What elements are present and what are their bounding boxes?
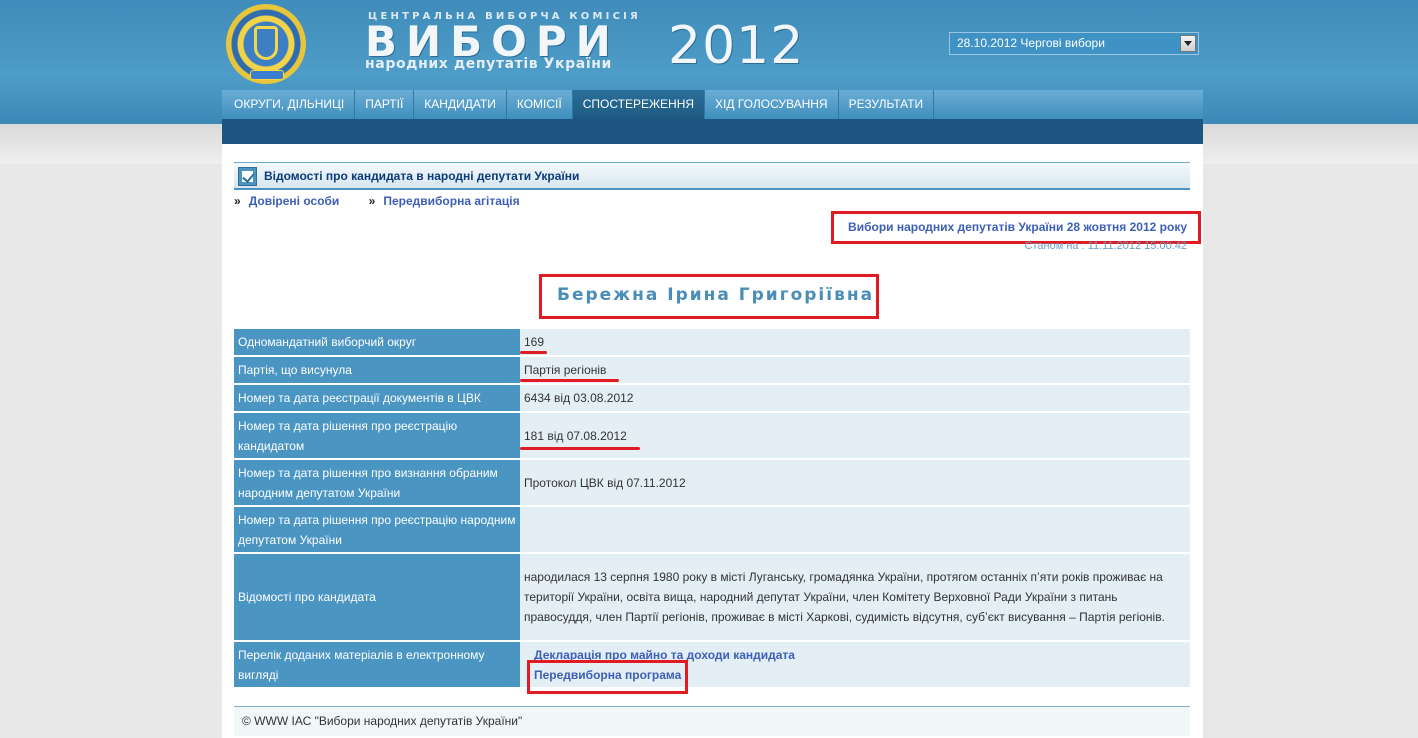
- nav-item-results[interactable]: РЕЗУЛЬТАТИ: [839, 90, 935, 119]
- main-nav: ОКРУГИ, ДІЛЬНИЦІ ПАРТІЇ КАНДИДАТИ КОМІСІ…: [222, 90, 1203, 119]
- site-year: 2012: [668, 16, 805, 76]
- row-label: Номер та дата рішення про визнання обран…: [234, 460, 520, 505]
- table-row: Партія, що висунула Партія регіонів: [234, 357, 1190, 383]
- footer: © WWW ІАС "Вибори народних депутатів Укр…: [234, 706, 1190, 736]
- emblem-ribbon: [250, 70, 284, 80]
- link-arrow: »: [368, 194, 376, 208]
- election-select[interactable]: 28.10.2012 Чергові вибори: [949, 32, 1199, 55]
- underline-registration: [520, 447, 640, 450]
- main-content: Відомості про кандидата в народні депута…: [222, 144, 1203, 738]
- underline-party: [520, 379, 619, 382]
- nav-item-parties[interactable]: ПАРТІЇ: [355, 90, 415, 119]
- as-of-timestamp: Станом на : 11.11.2012 15:00:42: [1024, 240, 1187, 252]
- row-value: Протокол ЦВК від 07.11.2012: [520, 460, 1190, 505]
- row-label: Номер та дата рішення про реєстрацію нар…: [234, 507, 520, 552]
- table-row: Номер та дата реєстрації документів в ЦВ…: [234, 385, 1190, 411]
- underline-district: [520, 351, 547, 354]
- nav-item-commissions[interactable]: КОМІСІЇ: [507, 90, 573, 119]
- row-label: Партія, що висунула: [234, 357, 520, 383]
- table-row: Номер та дата рішення про визнання обран…: [234, 460, 1190, 505]
- highlight-candidate-name: [539, 274, 879, 319]
- table-row: Номер та дата рішення про реєстрацію нар…: [234, 507, 1190, 552]
- row-label: Перелік доданих матеріалів в електронном…: [234, 642, 520, 687]
- section-title: Відомості про кандидата в народні депута…: [264, 169, 580, 183]
- row-value: народилася 13 серпня 1980 року в місті Л…: [520, 554, 1190, 640]
- table-row: Номер та дата рішення про реєстрацію кан…: [234, 413, 1190, 458]
- nav-item-voting-progress[interactable]: ХІД ГОЛОСУВАННЯ: [705, 90, 839, 119]
- row-value: 6434 від 03.08.2012: [520, 385, 1190, 411]
- candidate-info-table: Одномандатний виборчий округ 169 Партія,…: [234, 327, 1190, 689]
- row-value: 181 від 07.08.2012: [520, 413, 1190, 458]
- trusted-persons-link[interactable]: Довірені особи: [249, 194, 340, 208]
- sub-links: » Довірені особи » Передвиборна агітація: [234, 194, 546, 208]
- sub-nav-bar: [222, 119, 1203, 144]
- highlight-program-link: [527, 660, 688, 694]
- table-row: Відомості про кандидата народилася 13 се…: [234, 554, 1190, 640]
- table-row: Перелік доданих матеріалів в електронном…: [234, 642, 1190, 687]
- table-row: Одномандатний виборчий округ 169: [234, 329, 1190, 355]
- row-label: Відомості про кандидата: [234, 554, 520, 640]
- row-value: [520, 507, 1190, 552]
- checkbox-icon: [238, 167, 257, 186]
- nav-item-candidates[interactable]: КАНДИДАТИ: [414, 90, 507, 119]
- trident-icon: [254, 26, 278, 60]
- nav-item-observation[interactable]: СПОСТЕРЕЖЕННЯ: [572, 90, 706, 119]
- nav-item-districts[interactable]: ОКРУГИ, ДІЛЬНИЦІ: [222, 90, 356, 119]
- page-container: ЦЕНТРАЛЬНА ВИБОРЧА КОМІСІЯ ВИБОРИ 2012 н…: [222, 0, 1203, 738]
- row-label: Одномандатний виборчий округ: [234, 329, 520, 355]
- row-value: 169: [520, 329, 1190, 355]
- chevron-down-icon[interactable]: [1180, 35, 1196, 52]
- site-subtitle: народних депутатів України: [365, 56, 612, 72]
- section-title-bar: Відомості про кандидата в народні депута…: [234, 162, 1190, 190]
- link-arrow: »: [234, 194, 241, 208]
- row-value: Партія регіонів: [520, 357, 1190, 383]
- row-label: Номер та дата рішення про реєстрацію кан…: [234, 413, 520, 458]
- cvk-emblem-logo[interactable]: [226, 4, 306, 84]
- election-select-value: 28.10.2012 Чергові вибори: [957, 36, 1105, 50]
- campaign-agitation-link[interactable]: Передвиборна агітація: [383, 194, 519, 208]
- row-label: Номер та дата реєстрації документів в ЦВ…: [234, 385, 520, 411]
